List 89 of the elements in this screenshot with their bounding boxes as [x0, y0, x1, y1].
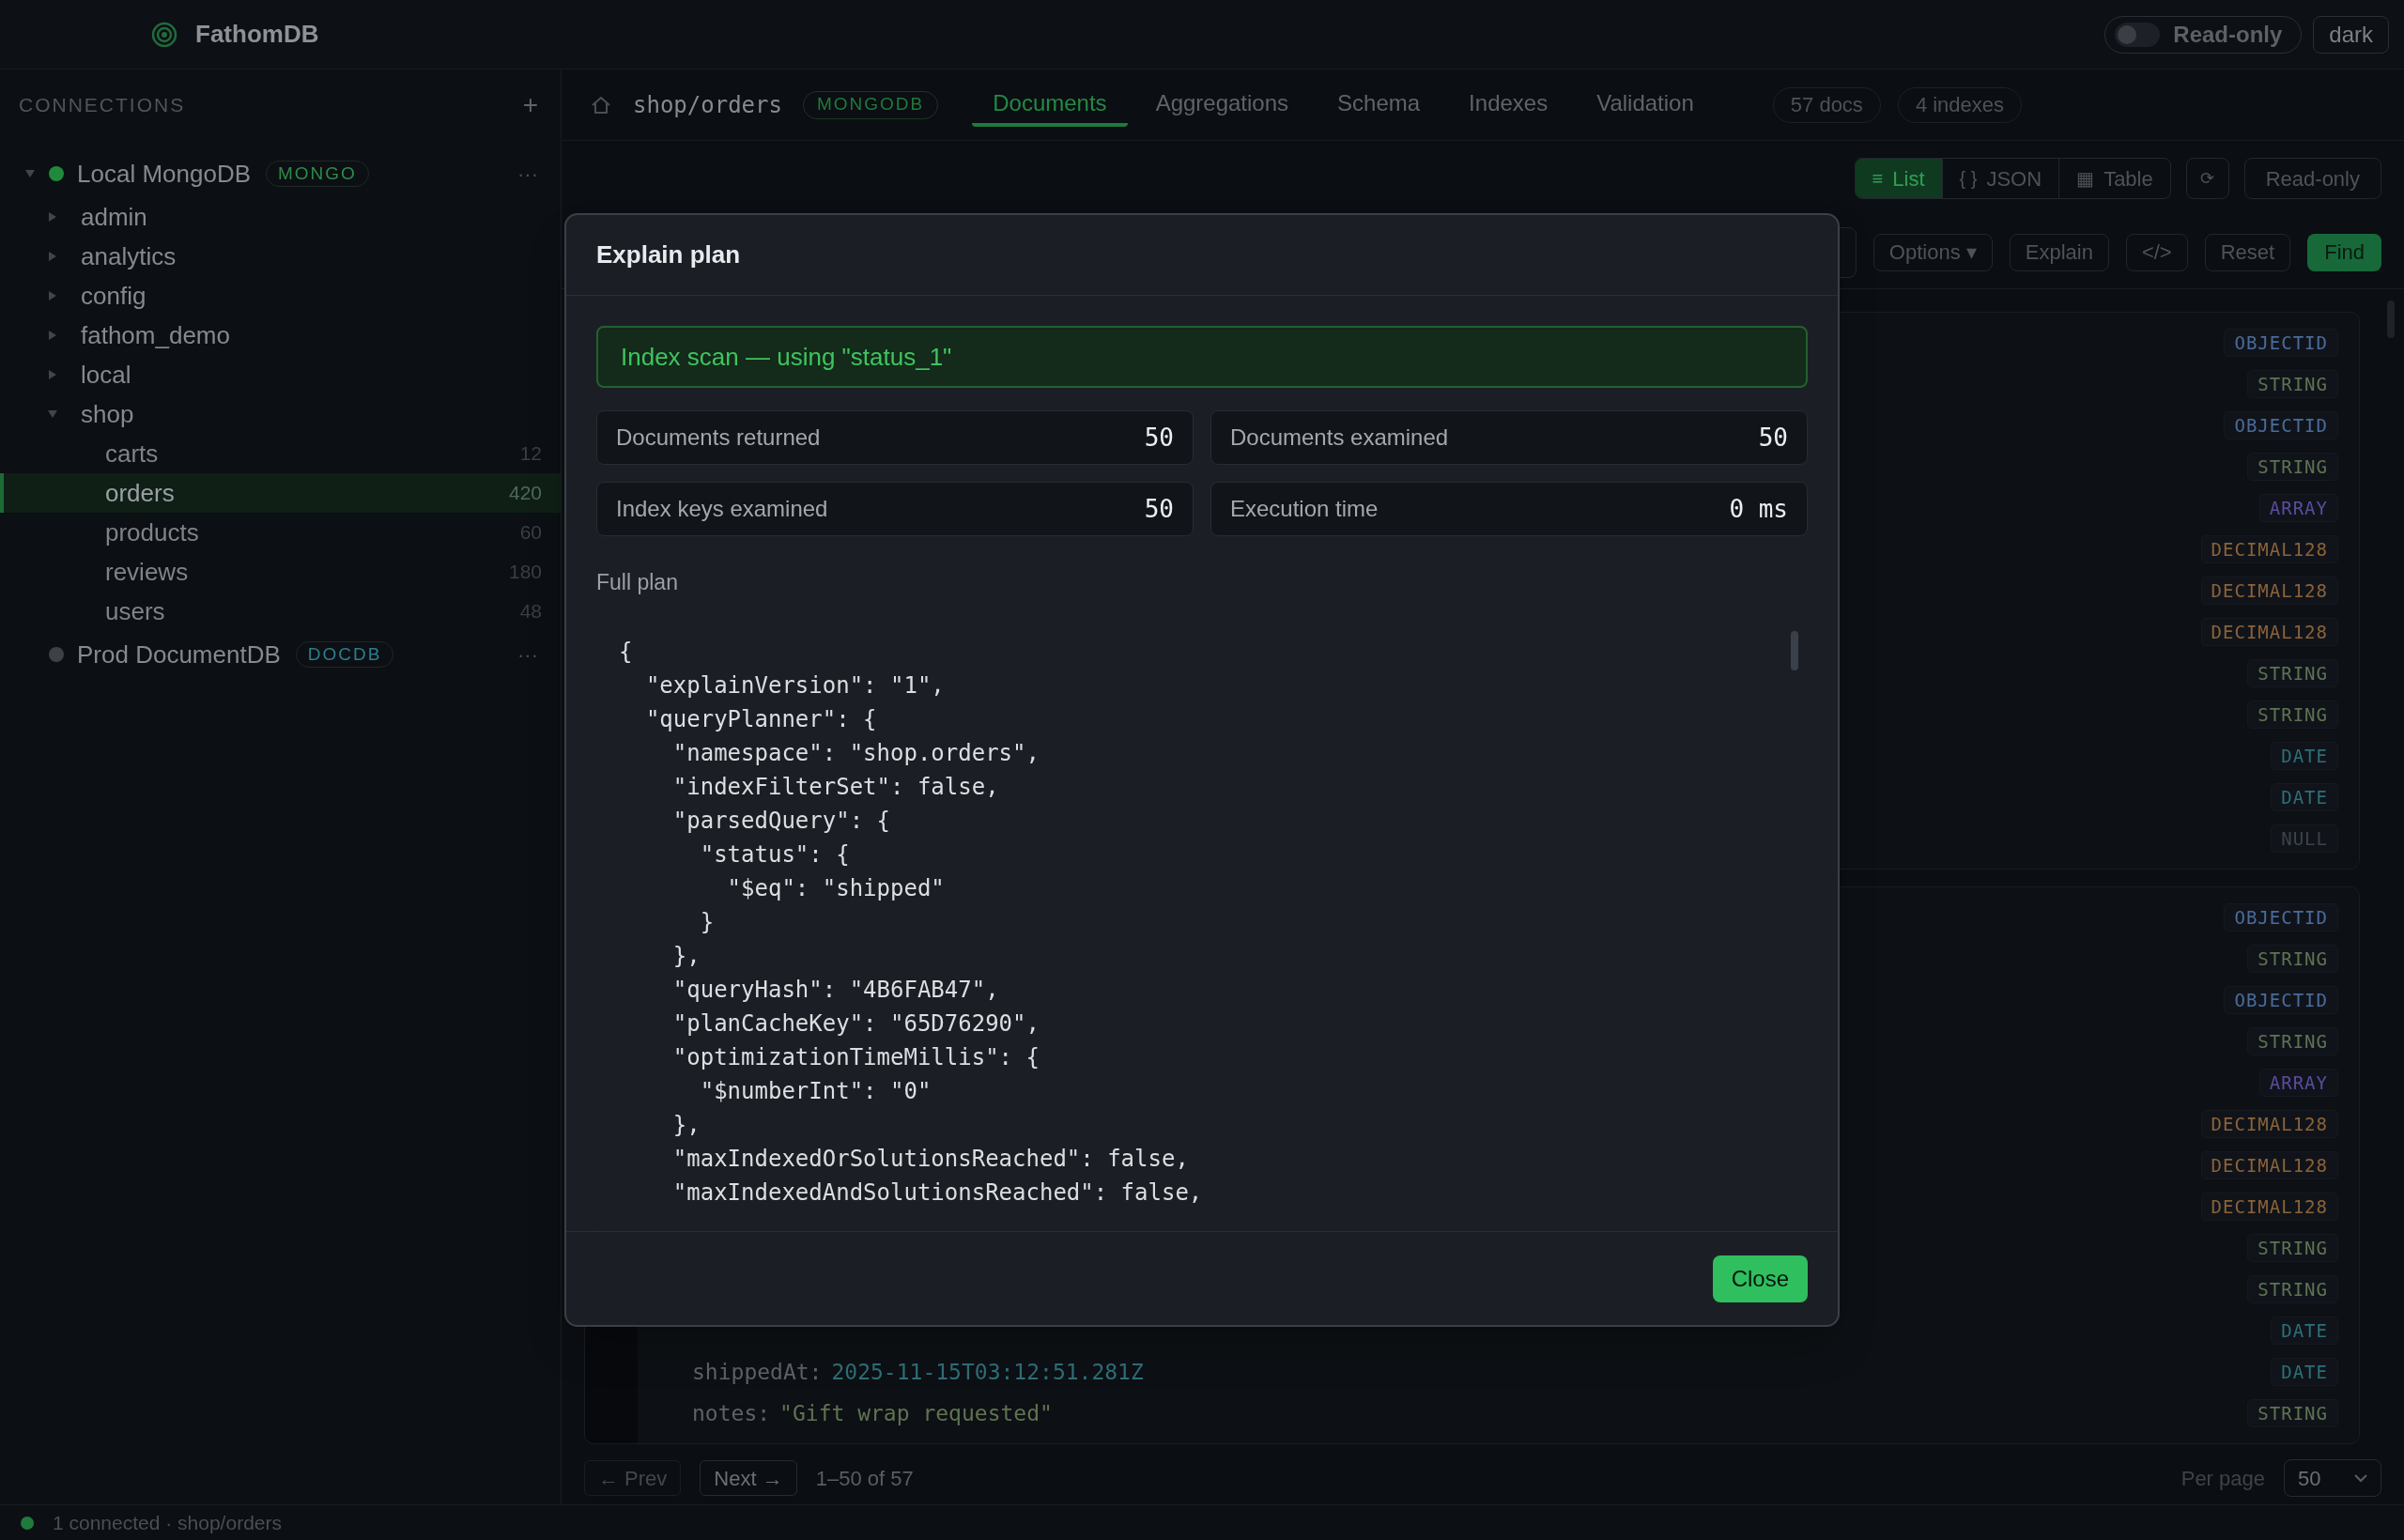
collection-item[interactable]: orders 420 [0, 473, 561, 513]
type-tag: OBJECTID [2224, 329, 2338, 357]
add-connection-button[interactable]: + [522, 92, 538, 118]
type-tag: DATE [2271, 1317, 2338, 1345]
type-tag: DATE [2271, 783, 2338, 811]
more-button[interactable]: ··· [517, 158, 538, 190]
type-tag: DECIMAL128 [2200, 535, 2338, 563]
scrollbar-thumb[interactable] [1791, 630, 1798, 670]
close-button[interactable]: Close [1712, 1255, 1808, 1302]
field-value: "Gift wrap requested" [779, 1399, 1053, 1427]
item-count: 420 [508, 481, 542, 506]
view-toggle[interactable]: ≡ List [1855, 159, 1942, 198]
collection-path: shop/orders [633, 90, 782, 120]
section-heading: CONNECTIONS [19, 93, 186, 118]
stat-label: Documents returned [616, 424, 821, 452]
stat-value: 50 [1144, 493, 1174, 525]
caret-down-icon[interactable] [47, 408, 58, 420]
database-item[interactable]: analytics [81, 238, 177, 275]
type-tag: STRING [2247, 659, 2338, 687]
type-tag: STRING [2247, 945, 2338, 973]
type-tag: STRING [2247, 1399, 2338, 1427]
toolbar-button[interactable]: Reset [2204, 233, 2291, 271]
type-tag: OBJECTID [2224, 986, 2338, 1014]
toolbar-button[interactable]: Explain [2009, 233, 2109, 271]
stat-value: 0 ms [1729, 493, 1788, 525]
app-title: FathomDB [195, 19, 319, 50]
stat-value: 50 [1758, 422, 1788, 454]
type-tag: ARRAY [2258, 494, 2338, 522]
find-button[interactable]: Find [2307, 233, 2381, 271]
type-tag: ARRAY [2258, 1069, 2338, 1097]
type-tag: DECIMAL128 [2200, 1110, 2338, 1138]
section-label: Full plan [596, 569, 679, 596]
database-item[interactable]: local [81, 356, 131, 393]
caret-right-icon[interactable] [47, 211, 58, 223]
type-tag: DECIMAL128 [2200, 577, 2338, 605]
tab[interactable]: Schema [1317, 83, 1441, 127]
view-toggle[interactable]: { } JSON [1941, 159, 2059, 198]
tab[interactable]: Validation [1576, 83, 1715, 127]
tab[interactable]: Aggregations [1134, 83, 1310, 127]
type-tag: OBJECTID [2224, 903, 2338, 932]
next-page-button[interactable]: Next → [700, 1460, 797, 1496]
toolbar-button[interactable]: </> [2125, 233, 2188, 271]
caret-right-icon[interactable] [47, 251, 58, 262]
field-key: notes: [692, 1396, 771, 1430]
plan-banner: Index scan — using "status_1" [596, 326, 1808, 388]
type-tag: DECIMAL128 [2200, 1193, 2338, 1221]
more-button[interactable]: ··· [517, 639, 538, 670]
page-range: 1–50 of 57 [815, 1465, 914, 1492]
field-value: 2025-11-15T03:12:51.281Z [831, 1358, 1144, 1386]
caret-down-icon[interactable] [24, 168, 36, 179]
chevron-down-icon [2354, 1473, 2367, 1483]
database-item[interactable]: config [81, 277, 146, 315]
stat-label: Execution time [1230, 495, 1379, 523]
database-item[interactable]: fathom_demo [81, 316, 230, 354]
caret-right-icon[interactable] [47, 369, 58, 380]
stat-label: Documents examined [1230, 424, 1449, 452]
theme-button[interactable]: dark [2313, 15, 2389, 54]
type-tag: STRING [2247, 453, 2338, 481]
type-tag: DATE [2271, 1358, 2338, 1386]
type-tag: STRING [2247, 1027, 2338, 1055]
view-toggle[interactable]: ▦ Table [2058, 159, 2170, 198]
stat-label: Index keys examined [616, 495, 828, 523]
refresh-button[interactable]: ⟳ [2185, 158, 2229, 199]
status-text: 1 connected · shop/orders [53, 1510, 282, 1535]
type-tag: STRING [2247, 1234, 2338, 1262]
logo-icon [150, 20, 178, 49]
type-tag: DECIMAL128 [2200, 1151, 2338, 1179]
database-item[interactable]: admin [81, 198, 147, 236]
field-key: shippedAt: [692, 1355, 823, 1389]
connection-name[interactable]: Prod DocumentDB [77, 636, 281, 673]
database-item[interactable]: shop [81, 395, 134, 433]
toggle-switch[interactable] [2115, 22, 2161, 47]
tab[interactable]: Indexes [1448, 83, 1569, 127]
caret-right-icon[interactable] [47, 330, 58, 341]
tab[interactable]: Documents [972, 83, 1128, 127]
per-page-select[interactable]: 50 [2284, 1459, 2381, 1497]
plan-json: { "explainVersion": "1", "queryPlanner": { "namespace": "shop.orders", "indexFilterSet": false, "parsedQuery": { "status": { "$eq": "shipped" } }, "queryHash": "4B6FAB47", "planCacheKey": "65D76290", "optimizationTimeMillis": { "$numberInt": "0" }, "maxIndexedOrSolutionsReached": false, "maxIndexedAndSolutionsReached": false, [619, 637, 1203, 1208]
options-button[interactable]: Options ▾ [1872, 233, 1993, 271]
type-tag: OBJECTID [2224, 411, 2338, 439]
type-tag: DATE [2271, 742, 2338, 770]
dialog-title: Explain plan [566, 215, 1838, 296]
type-tag: STRING [2247, 701, 2338, 729]
type-tag: DECIMAL128 [2200, 618, 2338, 646]
stat-value: 50 [1144, 422, 1174, 454]
type-tag: STRING [2247, 370, 2338, 398]
connection-name[interactable]: Local MongoDB [77, 155, 251, 192]
read-only-button[interactable]: Read-only [2243, 158, 2381, 199]
caret-right-icon[interactable] [47, 290, 58, 301]
type-tag: STRING [2247, 1275, 2338, 1303]
